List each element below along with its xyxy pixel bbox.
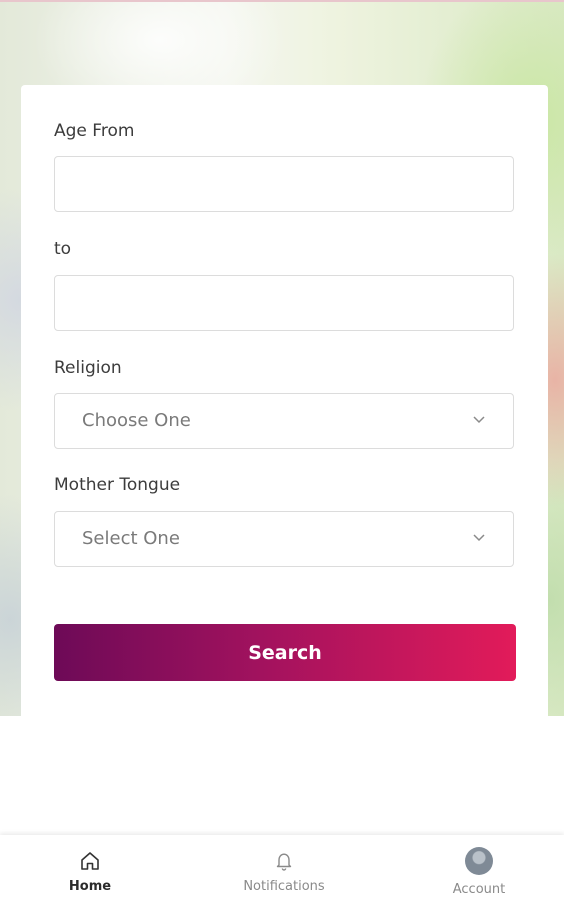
chevron-down-icon bbox=[473, 416, 485, 424]
top-accent-line bbox=[0, 0, 564, 2]
chevron-down-icon bbox=[473, 534, 485, 542]
search-form-card: Age From to Religion Choose One Mother T… bbox=[21, 85, 548, 725]
mother-tongue-label: Mother Tongue bbox=[54, 475, 181, 495]
mother-tongue-select[interactable]: Select One bbox=[54, 511, 514, 567]
home-icon bbox=[81, 852, 99, 870]
bell-icon bbox=[276, 853, 292, 871]
religion-select-value: Choose One bbox=[82, 410, 191, 431]
avatar bbox=[465, 847, 493, 875]
age-to-input[interactable] bbox=[54, 275, 514, 331]
search-button[interactable]: Search bbox=[54, 624, 516, 681]
nav-home-label: Home bbox=[68, 879, 112, 894]
bottom-navigation: Home Notifications Account bbox=[0, 835, 564, 900]
religion-select[interactable]: Choose One bbox=[54, 393, 514, 449]
age-to-label: to bbox=[54, 239, 72, 259]
nav-account-label: Account bbox=[452, 882, 506, 897]
age-from-label: Age From bbox=[54, 121, 135, 141]
nav-item-account[interactable]: Account bbox=[409, 835, 549, 900]
nav-notifications-label: Notifications bbox=[243, 879, 325, 894]
nav-item-home[interactable]: Home bbox=[20, 835, 160, 900]
age-from-input[interactable] bbox=[54, 156, 514, 212]
nav-item-notifications[interactable]: Notifications bbox=[214, 835, 354, 900]
mother-tongue-select-value: Select One bbox=[82, 528, 180, 549]
religion-label: Religion bbox=[54, 358, 122, 378]
